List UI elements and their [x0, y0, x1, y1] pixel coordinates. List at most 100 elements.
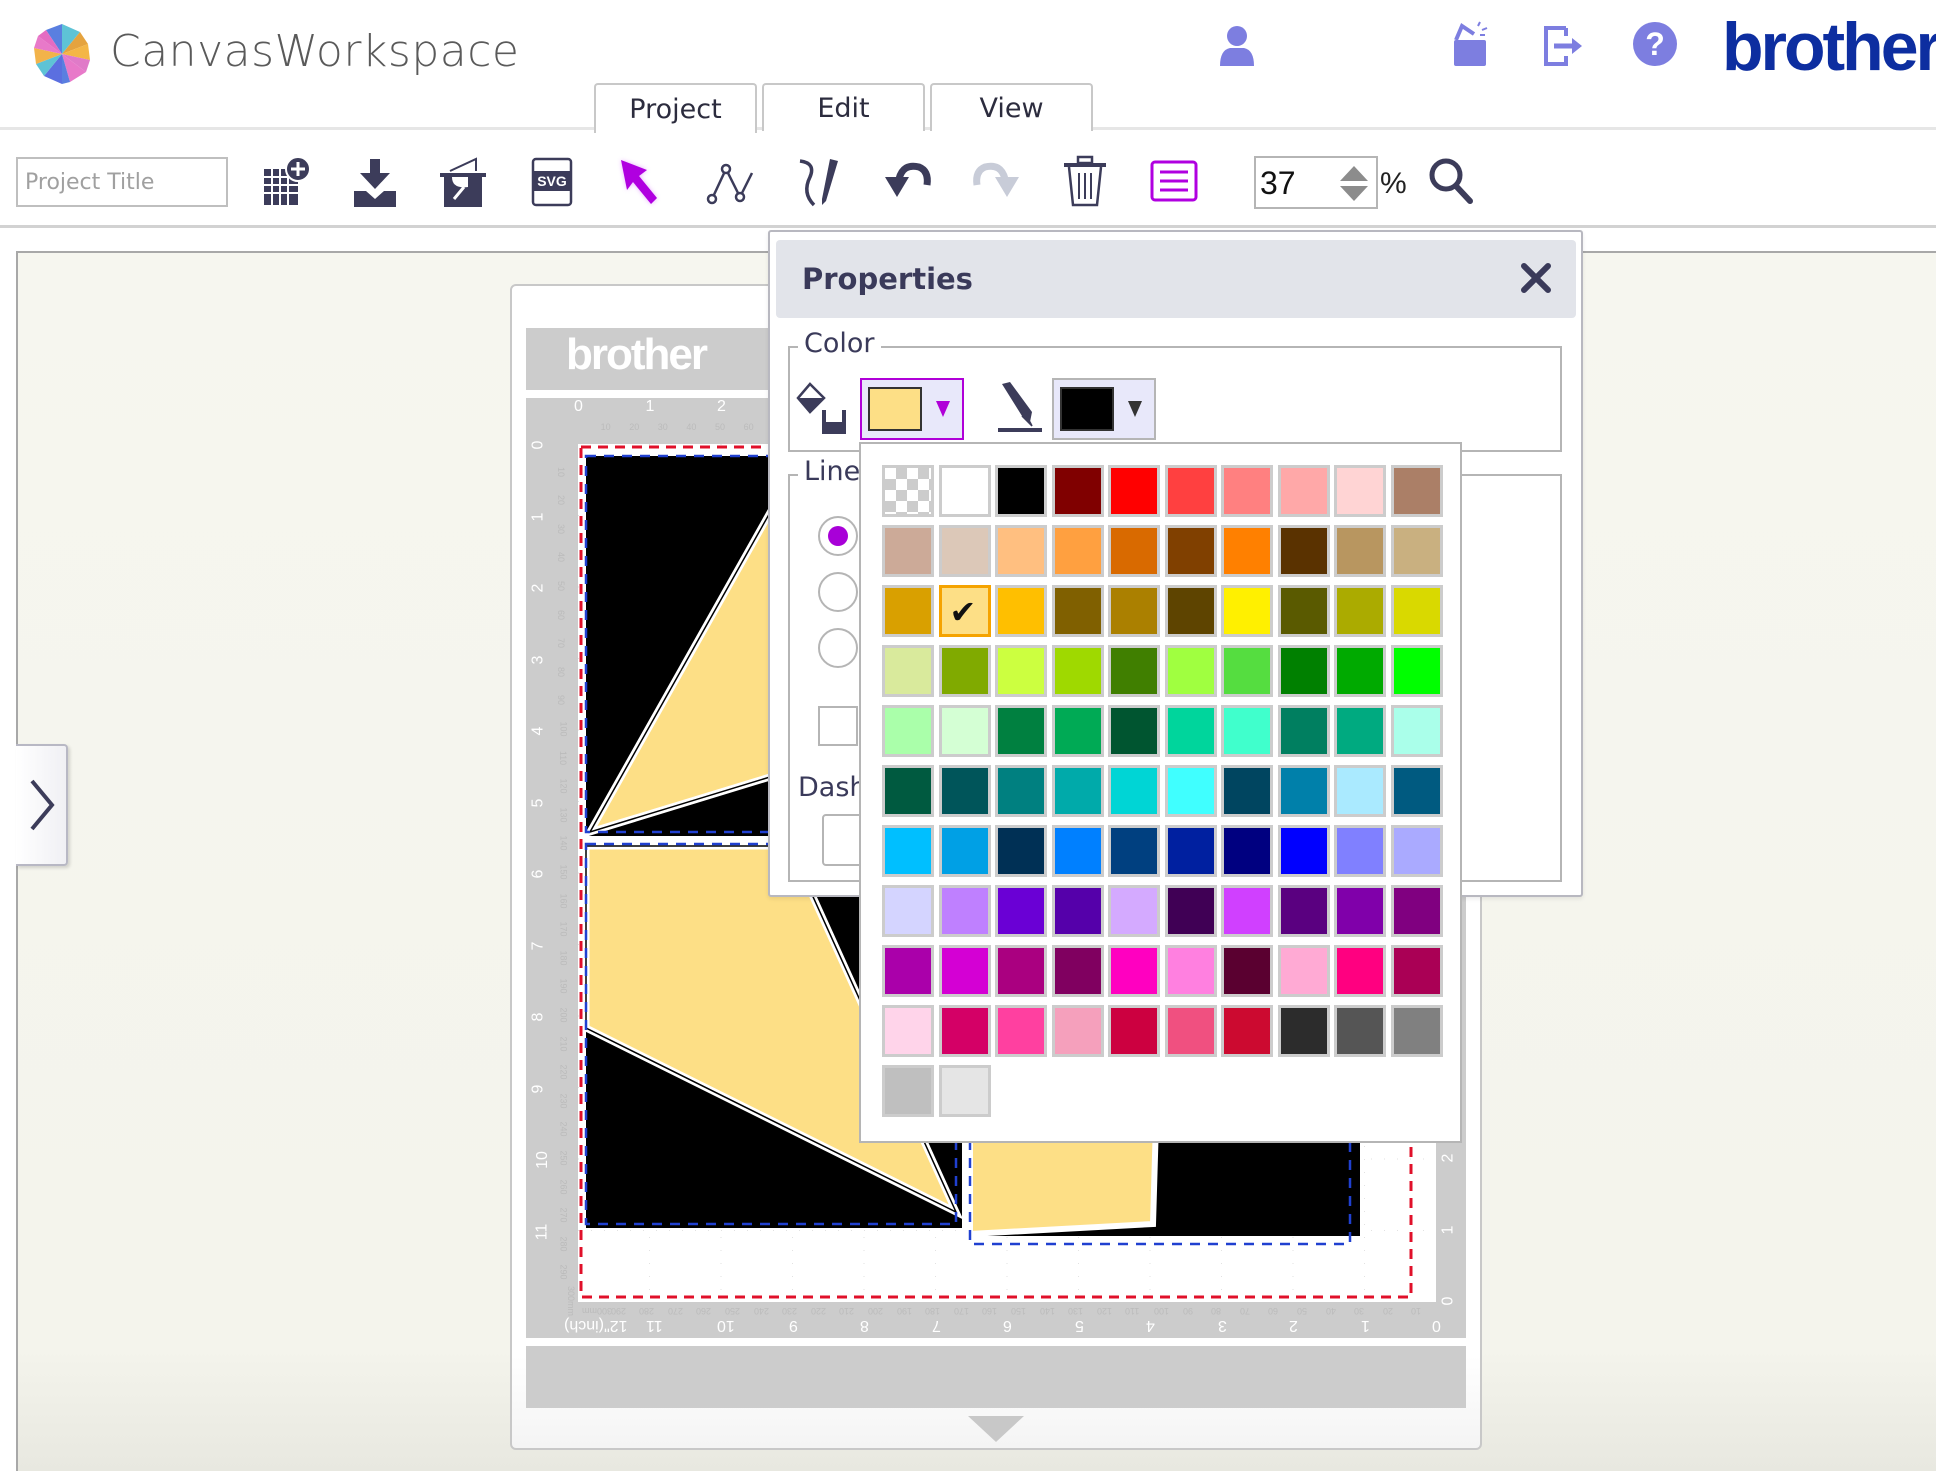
tab-project[interactable]: Project [594, 83, 757, 133]
new-project-button[interactable] [254, 151, 316, 213]
color-swatch[interactable] [1221, 465, 1273, 517]
color-swatch[interactable] [1221, 765, 1273, 817]
color-swatch[interactable] [882, 765, 934, 817]
color-swatch[interactable] [938, 765, 991, 817]
node-edit-button[interactable] [700, 151, 762, 213]
line-color-dropdown[interactable] [1052, 378, 1156, 440]
select-tool-button[interactable] [610, 151, 672, 213]
svg-export-button[interactable]: SVG [521, 151, 583, 213]
line-style-radio-2[interactable] [818, 572, 858, 612]
color-swatch[interactable] [995, 1005, 1047, 1057]
redo-button[interactable] [965, 151, 1027, 213]
color-swatch[interactable] [1390, 525, 1443, 577]
color-swatch[interactable] [882, 645, 934, 697]
zoom-input[interactable] [1260, 164, 1330, 202]
color-swatch[interactable] [1334, 525, 1386, 577]
color-swatch[interactable] [1390, 945, 1443, 997]
zoom-button[interactable] [1420, 151, 1482, 213]
color-swatch[interactable] [1221, 885, 1273, 937]
color-swatch[interactable] [1221, 585, 1273, 637]
color-swatch[interactable] [1108, 525, 1160, 577]
color-swatch[interactable] [1108, 945, 1160, 997]
color-swatch[interactable] [1164, 825, 1217, 877]
color-swatch[interactable] [1334, 945, 1386, 997]
color-swatch[interactable] [995, 885, 1047, 937]
color-swatch[interactable] [1164, 765, 1217, 817]
logout-icon[interactable] [1536, 20, 1586, 70]
color-swatch[interactable] [938, 705, 991, 757]
color-swatch[interactable] [1108, 825, 1160, 877]
color-swatch[interactable] [1108, 465, 1160, 517]
close-x-icon[interactable] [1516, 258, 1556, 298]
color-swatch[interactable] [1390, 885, 1443, 937]
color-swatch[interactable] [1051, 525, 1104, 577]
color-swatch[interactable] [995, 585, 1047, 637]
color-swatch[interactable] [1221, 825, 1273, 877]
color-swatch[interactable] [995, 765, 1047, 817]
user-icon[interactable] [1212, 20, 1262, 70]
zoom-stepper[interactable] [1254, 156, 1378, 209]
import-button[interactable] [344, 151, 406, 213]
line-option-checkbox[interactable] [818, 706, 858, 746]
color-swatch[interactable] [882, 705, 934, 757]
color-swatch[interactable] [995, 825, 1047, 877]
color-swatch[interactable] [1164, 1005, 1217, 1057]
color-swatch[interactable] [1390, 465, 1443, 517]
color-swatch[interactable] [1390, 645, 1443, 697]
color-swatch[interactable] [995, 645, 1047, 697]
color-swatch-transparent[interactable] [882, 465, 934, 517]
color-swatch[interactable] [1277, 645, 1330, 697]
properties-button[interactable] [1143, 151, 1205, 213]
color-swatch[interactable] [995, 465, 1047, 517]
color-swatch[interactable] [1334, 1005, 1386, 1057]
freehand-button[interactable] [788, 151, 850, 213]
color-swatch[interactable] [1334, 885, 1386, 937]
color-swatch[interactable] [1221, 525, 1273, 577]
color-swatch[interactable] [882, 825, 934, 877]
color-swatch[interactable] [1390, 1005, 1443, 1057]
color-swatch[interactable] [938, 1005, 991, 1057]
color-swatch[interactable] [1334, 465, 1386, 517]
color-swatch[interactable] [1164, 645, 1217, 697]
color-swatch[interactable] [1108, 885, 1160, 937]
color-swatch[interactable] [1277, 825, 1330, 877]
color-swatch[interactable] [1051, 465, 1104, 517]
color-swatch[interactable] [1108, 645, 1160, 697]
delete-button[interactable] [1054, 151, 1116, 213]
color-swatch[interactable] [1390, 765, 1443, 817]
color-swatch[interactable] [1051, 885, 1104, 937]
help-icon[interactable]: ? [1630, 20, 1680, 70]
open-project-icon[interactable] [1446, 20, 1496, 70]
image-trace-button[interactable] [432, 151, 494, 213]
color-swatch[interactable] [995, 525, 1047, 577]
color-swatch[interactable] [1051, 645, 1104, 697]
color-swatch[interactable] [882, 945, 934, 997]
color-swatch[interactable] [1164, 945, 1217, 997]
color-swatch[interactable] [938, 525, 991, 577]
color-swatch[interactable] [938, 645, 991, 697]
color-swatch[interactable] [882, 1005, 934, 1057]
color-swatch[interactable] [1221, 705, 1273, 757]
tab-edit[interactable]: Edit [762, 83, 925, 131]
color-swatch[interactable] [995, 705, 1047, 757]
color-swatch[interactable] [1164, 465, 1217, 517]
color-swatch[interactable] [1277, 945, 1330, 997]
color-swatch[interactable] [1051, 765, 1104, 817]
color-swatch[interactable] [1390, 585, 1443, 637]
color-swatch[interactable] [1108, 585, 1160, 637]
color-swatch[interactable] [995, 945, 1047, 997]
color-swatch[interactable] [1277, 585, 1330, 637]
color-swatch[interactable] [1108, 765, 1160, 817]
color-swatch[interactable] [1164, 885, 1217, 937]
color-swatch[interactable] [938, 945, 991, 997]
color-swatch[interactable] [1051, 825, 1104, 877]
undo-button[interactable] [877, 151, 939, 213]
color-swatch[interactable] [1108, 705, 1160, 757]
color-swatch[interactable] [1334, 645, 1386, 697]
mat-feed-arrow-icon[interactable] [968, 1416, 1024, 1442]
color-swatch[interactable] [882, 525, 934, 577]
color-swatch[interactable] [1164, 525, 1217, 577]
color-swatch[interactable] [1164, 585, 1217, 637]
color-swatch[interactable] [1051, 945, 1104, 997]
color-swatch[interactable] [1334, 825, 1386, 877]
